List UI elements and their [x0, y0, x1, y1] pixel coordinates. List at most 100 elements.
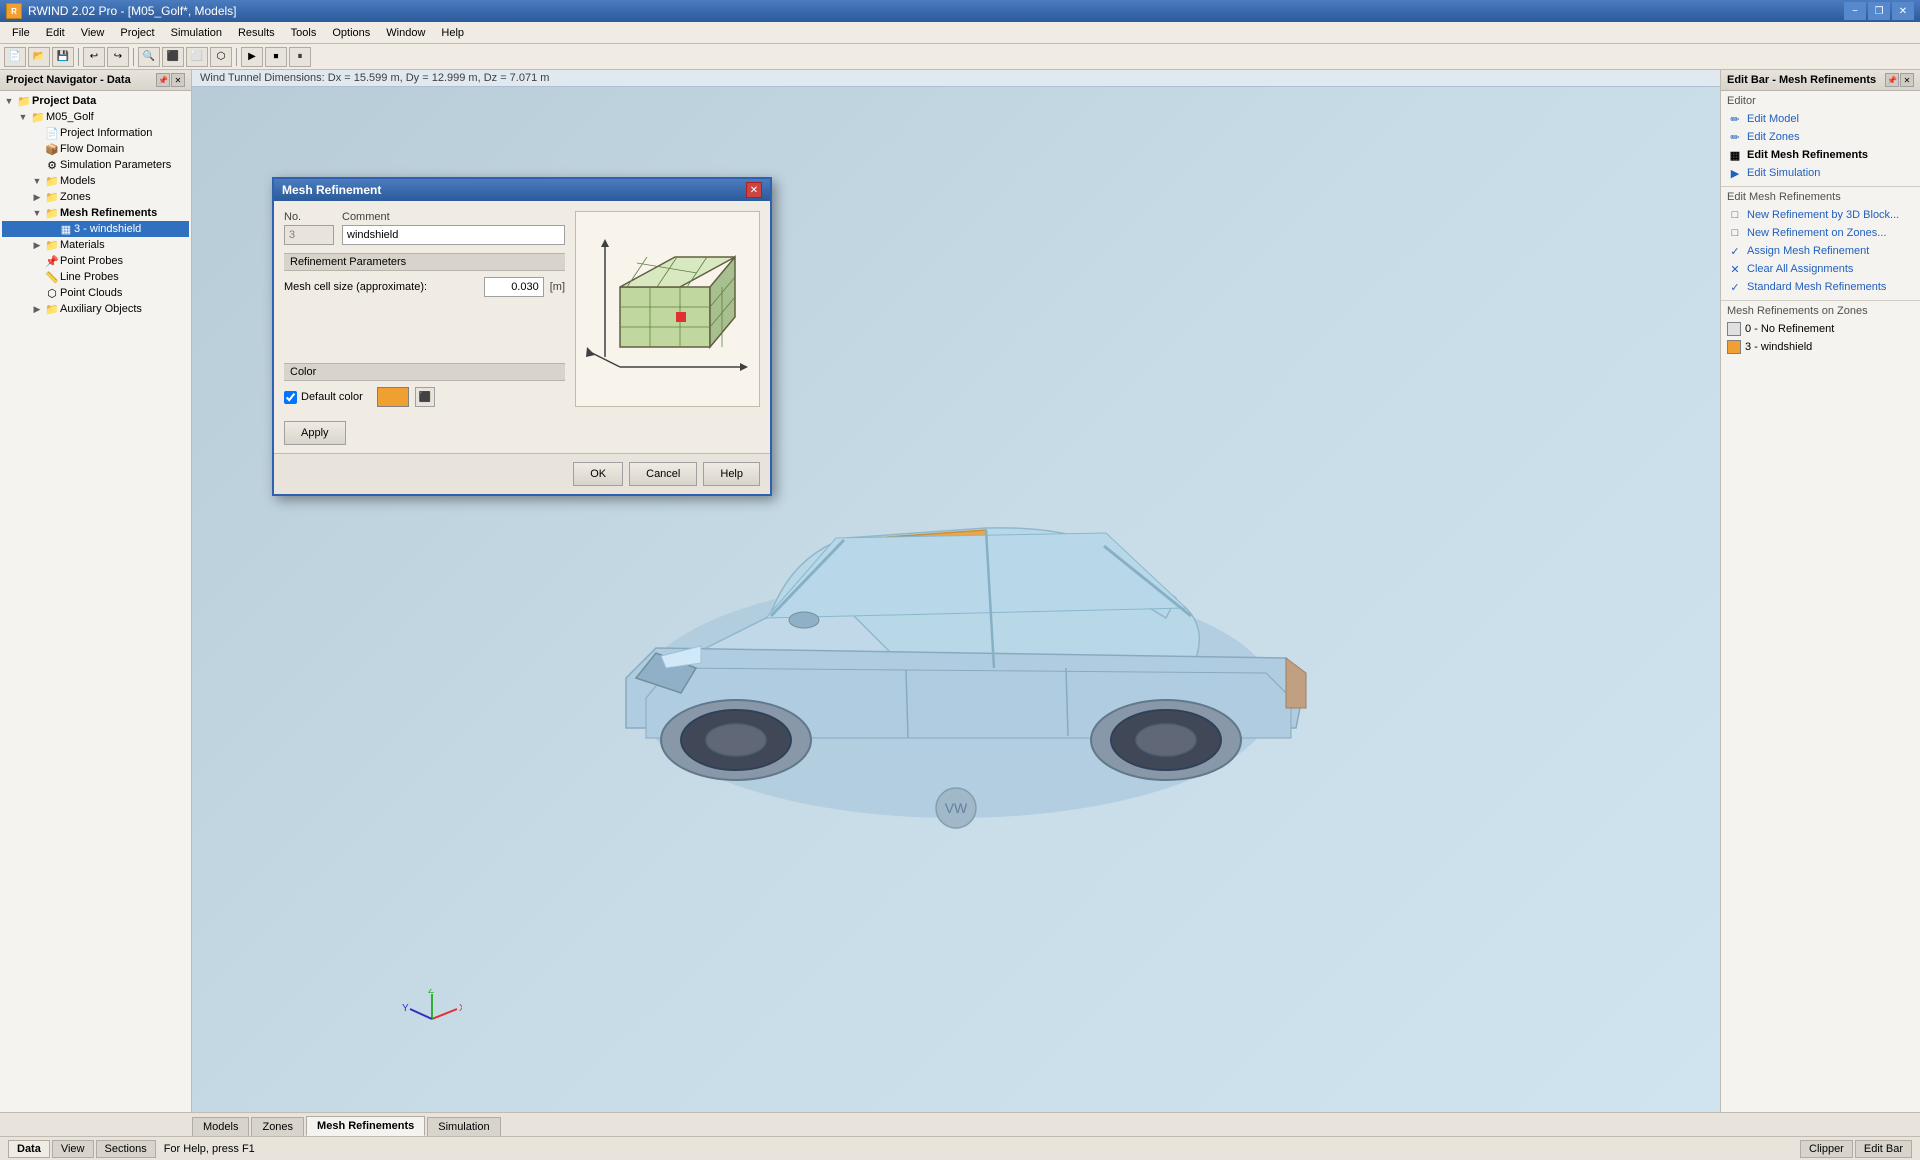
status-tab-data[interactable]: Data — [8, 1140, 50, 1158]
status-tab-sections[interactable]: Sections — [96, 1140, 156, 1158]
menu-edit[interactable]: Edit — [38, 25, 73, 41]
tree-toggle-m05-golf[interactable]: ▼ — [16, 110, 30, 124]
pause-btn[interactable]: ⏸ — [289, 47, 311, 67]
tree-toggle-zones[interactable]: ▶ — [30, 190, 44, 204]
mesh-cell-label: Mesh cell size (approximate): — [284, 281, 478, 293]
menu-project[interactable]: Project — [112, 25, 162, 41]
tree-item-models[interactable]: ▼📁Models — [2, 173, 189, 189]
menu-file[interactable]: File — [4, 25, 38, 41]
open-btn[interactable]: 📂 — [28, 47, 50, 67]
tree-item-line-probes[interactable]: 📏Line Probes — [2, 269, 189, 285]
undo-btn[interactable]: ↩ — [83, 47, 105, 67]
redo-btn[interactable]: ↪ — [107, 47, 129, 67]
stop-btn[interactable]: ⏹ — [265, 47, 287, 67]
tree-item-auxiliary-objects[interactable]: ▶📁Auxiliary Objects — [2, 301, 189, 317]
nav-close-btn[interactable]: ✕ — [171, 73, 185, 87]
tree-item-project-info[interactable]: 📄Project Information — [2, 125, 189, 141]
clear-assignments-link[interactable]: ✕ Clear All Assignments — [1727, 260, 1914, 278]
tree-item-zones[interactable]: ▶📁Zones — [2, 189, 189, 205]
new-btn[interactable]: 📄 — [4, 47, 26, 67]
nav-pin-btn[interactable]: 📌 — [156, 73, 170, 87]
cancel-button[interactable]: Cancel — [629, 462, 697, 486]
menu-help[interactable]: Help — [433, 25, 472, 41]
tree-item-m05-golf[interactable]: ▼📁M05_Golf — [2, 109, 189, 125]
mesh-cell-input[interactable] — [484, 277, 544, 297]
color-picker-btn[interactable]: ⬛ — [415, 387, 435, 407]
tree-item-materials[interactable]: ▶📁Materials — [2, 237, 189, 253]
right-panel-title: Edit Bar - Mesh Refinements — [1727, 74, 1876, 86]
tree-icon-point-clouds: ⬡ — [44, 286, 60, 300]
new-3d-label: New Refinement by 3D Block... — [1747, 209, 1899, 221]
new-zones-link[interactable]: □ New Refinement on Zones... — [1727, 224, 1914, 242]
edit-zones-link[interactable]: ✏ Edit Zones — [1727, 128, 1914, 146]
standard-mesh-link[interactable]: ✓ Standard Mesh Refinements — [1727, 278, 1914, 296]
tab-mesh-refinements[interactable]: Mesh Refinements — [306, 1116, 425, 1136]
tree-toggle-auxiliary-objects[interactable]: ▶ — [30, 302, 44, 316]
color-section-header: Color — [284, 363, 565, 381]
dialog-close-btn[interactable]: ✕ — [746, 182, 762, 198]
minimize-button[interactable]: − — [1844, 2, 1866, 20]
edit-mesh-link[interactable]: ▦ Edit Mesh Refinements — [1727, 146, 1914, 164]
viewport-3d[interactable]: VW X — [192, 87, 1720, 1112]
tree-label-point-probes: Point Probes — [60, 255, 123, 267]
tab-models[interactable]: Models — [192, 1117, 249, 1136]
run-btn[interactable]: ▶ — [241, 47, 263, 67]
tree-label-sim-params: Simulation Parameters — [60, 159, 171, 171]
menu-view[interactable]: View — [73, 25, 113, 41]
menu-simulation[interactable]: Simulation — [163, 25, 230, 41]
status-tab-view[interactable]: View — [52, 1140, 94, 1158]
menu-options[interactable]: Options — [324, 25, 378, 41]
new-3d-block-link[interactable]: □ New Refinement by 3D Block... — [1727, 206, 1914, 224]
tree-item-point-clouds[interactable]: ⬡Point Clouds — [2, 285, 189, 301]
close-button[interactable]: ✕ — [1892, 2, 1914, 20]
navigator-title: Project Navigator - Data — [6, 74, 131, 86]
default-color-checkbox[interactable] — [284, 391, 297, 404]
menu-window[interactable]: Window — [378, 25, 433, 41]
view-btn-4[interactable]: ⬡ — [210, 47, 232, 67]
save-btn[interactable]: 💾 — [52, 47, 74, 67]
tree-item-flow-domain[interactable]: 📦Flow Domain — [2, 141, 189, 157]
dialog-right-preview — [575, 211, 760, 407]
tree-icon-auxiliary-objects: 📁 — [44, 302, 60, 316]
dialog-body: No. Comment Refinement Parameters — [274, 201, 770, 417]
view-btn-2[interactable]: ⬛ — [162, 47, 184, 67]
field-comment-input[interactable] — [342, 225, 565, 245]
dialog-overlay: Mesh Refinement ✕ No. — [192, 87, 1720, 1112]
right-pin-btn[interactable]: 📌 — [1885, 73, 1899, 87]
view-btn-1[interactable]: 🔍 — [138, 47, 160, 67]
tree-toggle-models[interactable]: ▼ — [30, 174, 44, 188]
menu-results[interactable]: Results — [230, 25, 283, 41]
tree-label-line-probes: Line Probes — [60, 271, 119, 283]
edit-sim-link[interactable]: ▶ Edit Simulation — [1727, 164, 1914, 182]
apply-button[interactable]: Apply — [284, 421, 346, 445]
restore-button[interactable]: ❐ — [1868, 2, 1890, 20]
status-clipper-tab[interactable]: Clipper — [1800, 1140, 1853, 1158]
tree-item-point-probes[interactable]: 📌Point Probes — [2, 253, 189, 269]
right-close-btn[interactable]: ✕ — [1900, 73, 1914, 87]
tree-label-m05-golf: M05_Golf — [46, 111, 94, 123]
tree-item-project-data[interactable]: ▼📁Project Data — [2, 93, 189, 109]
menu-tools[interactable]: Tools — [283, 25, 325, 41]
edit-model-link[interactable]: ✏ Edit Model — [1727, 110, 1914, 128]
tree-item-sim-params[interactable]: ⚙Simulation Parameters — [2, 157, 189, 173]
tree-icon-mesh-refinements: 📁 — [44, 206, 60, 220]
ok-button[interactable]: OK — [573, 462, 623, 486]
tree-toggle-3-windshield — [44, 222, 58, 236]
zone-3-label: 3 - windshield — [1745, 341, 1812, 353]
tree-item-mesh-refinements[interactable]: ▼📁Mesh Refinements — [2, 205, 189, 221]
tree-icon-materials: 📁 — [44, 238, 60, 252]
menu-bar: FileEditViewProjectSimulationResultsTool… — [0, 22, 1920, 44]
help-button[interactable]: Help — [703, 462, 760, 486]
tree-toggle-project-data[interactable]: ▼ — [2, 94, 16, 108]
status-editbar-tab[interactable]: Edit Bar — [1855, 1140, 1912, 1158]
tab-simulation[interactable]: Simulation — [427, 1117, 500, 1136]
tab-zones[interactable]: Zones — [251, 1117, 304, 1136]
view-btn-3[interactable]: ⬜ — [186, 47, 208, 67]
tree-toggle-materials[interactable]: ▶ — [30, 238, 44, 252]
dialog-main-row: No. Comment Refinement Parameters — [284, 211, 760, 407]
tree-icon-point-probes: 📌 — [44, 254, 60, 268]
tree-item-3-windshield[interactable]: ▦3 - windshield — [2, 221, 189, 237]
assign-icon: ✓ — [1727, 244, 1743, 258]
assign-mesh-link[interactable]: ✓ Assign Mesh Refinement — [1727, 242, 1914, 260]
tree-toggle-mesh-refinements[interactable]: ▼ — [30, 206, 44, 220]
